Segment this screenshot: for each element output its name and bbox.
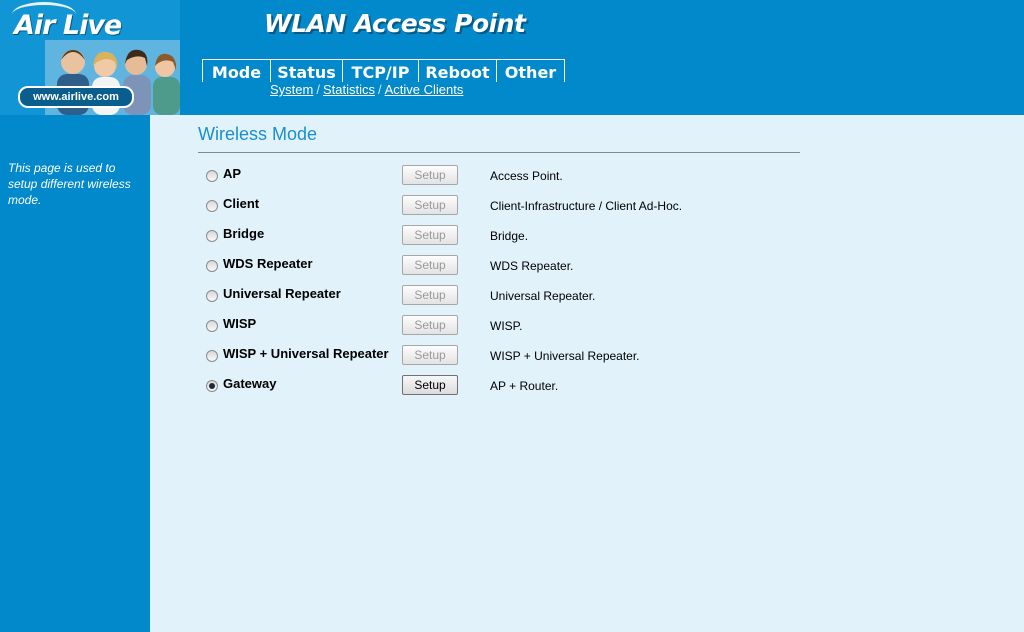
mode-description: Client-Infrastructure / Client Ad-Hoc. (490, 199, 683, 213)
tab-status[interactable]: Status (270, 59, 342, 82)
title-divider (198, 152, 800, 153)
header: Air Live www.airlive.com WLAN Access Poi… (0, 0, 1024, 115)
tab-mode[interactable]: Mode (202, 59, 270, 82)
mode-description: WISP + Universal Repeater. (490, 349, 640, 363)
radio-wisp[interactable] (206, 320, 218, 332)
mode-description: WISP. (490, 319, 523, 333)
subnav-separator: / (377, 82, 382, 97)
mode-name: WDS Repeater (223, 256, 313, 271)
mode-name: AP (223, 166, 242, 181)
airlive-logo: Air Live (14, 10, 122, 41)
radio-gateway[interactable] (206, 380, 218, 392)
setup-button-gateway[interactable]: Setup (402, 375, 458, 395)
subnav-link-active-clients[interactable]: Active Clients (385, 82, 464, 97)
radio-universal-repeater[interactable] (206, 290, 218, 302)
page-title: Wireless Mode (198, 124, 318, 144)
setup-button-wisp-universal-repeater[interactable]: Setup (402, 345, 458, 365)
mode-description: Bridge. (490, 229, 529, 243)
app-title: WLAN Access Point (264, 9, 526, 38)
airlive-url-badge: www.airlive.com (18, 86, 134, 108)
radio-bridge[interactable] (206, 230, 218, 242)
setup-button-universal-repeater[interactable]: Setup (402, 285, 458, 305)
subnav-link-statistics[interactable]: Statistics (323, 82, 375, 97)
radio-client[interactable] (206, 200, 218, 212)
tab-tcpip[interactable]: TCP/IP (342, 59, 418, 82)
radio-wisp-universal-repeater[interactable] (206, 350, 218, 362)
tab-reboot[interactable]: Reboot (418, 59, 496, 82)
setup-button-bridge[interactable]: Setup (402, 225, 458, 245)
mode-name: Bridge (223, 226, 265, 241)
mode-description: WDS Repeater. (490, 259, 574, 273)
sub-navigation: System / Statistics / Active Clients (270, 82, 463, 97)
sidebar: This page is used to setup different wir… (0, 115, 150, 632)
setup-button-wds-repeater[interactable]: Setup (402, 255, 458, 275)
main-tabs: Mode Status TCP/IP Reboot Other (202, 59, 565, 83)
mode-description: Universal Repeater. (490, 289, 596, 303)
subnav-separator: / (316, 82, 320, 97)
tab-other[interactable]: Other (496, 59, 565, 82)
mode-name: Universal Repeater (223, 286, 341, 301)
subnav-link-system[interactable]: System (270, 82, 313, 97)
setup-button-ap[interactable]: Setup (402, 165, 458, 185)
mode-description: Access Point. (490, 169, 563, 183)
sidebar-help-text: This page is used to setup different wir… (8, 161, 131, 207)
radio-ap[interactable] (206, 170, 218, 182)
mode-name: WISP (223, 316, 257, 331)
mode-name: WISP + Universal Repeater (223, 346, 389, 361)
mode-name: Gateway (223, 376, 277, 391)
setup-button-wisp[interactable]: Setup (402, 315, 458, 335)
logo-panel: Air Live www.airlive.com (0, 0, 180, 115)
radio-wds-repeater[interactable] (206, 260, 218, 272)
setup-button-client[interactable]: Setup (402, 195, 458, 215)
mode-name: Client (223, 196, 260, 211)
mode-description: AP + Router. (490, 379, 559, 393)
